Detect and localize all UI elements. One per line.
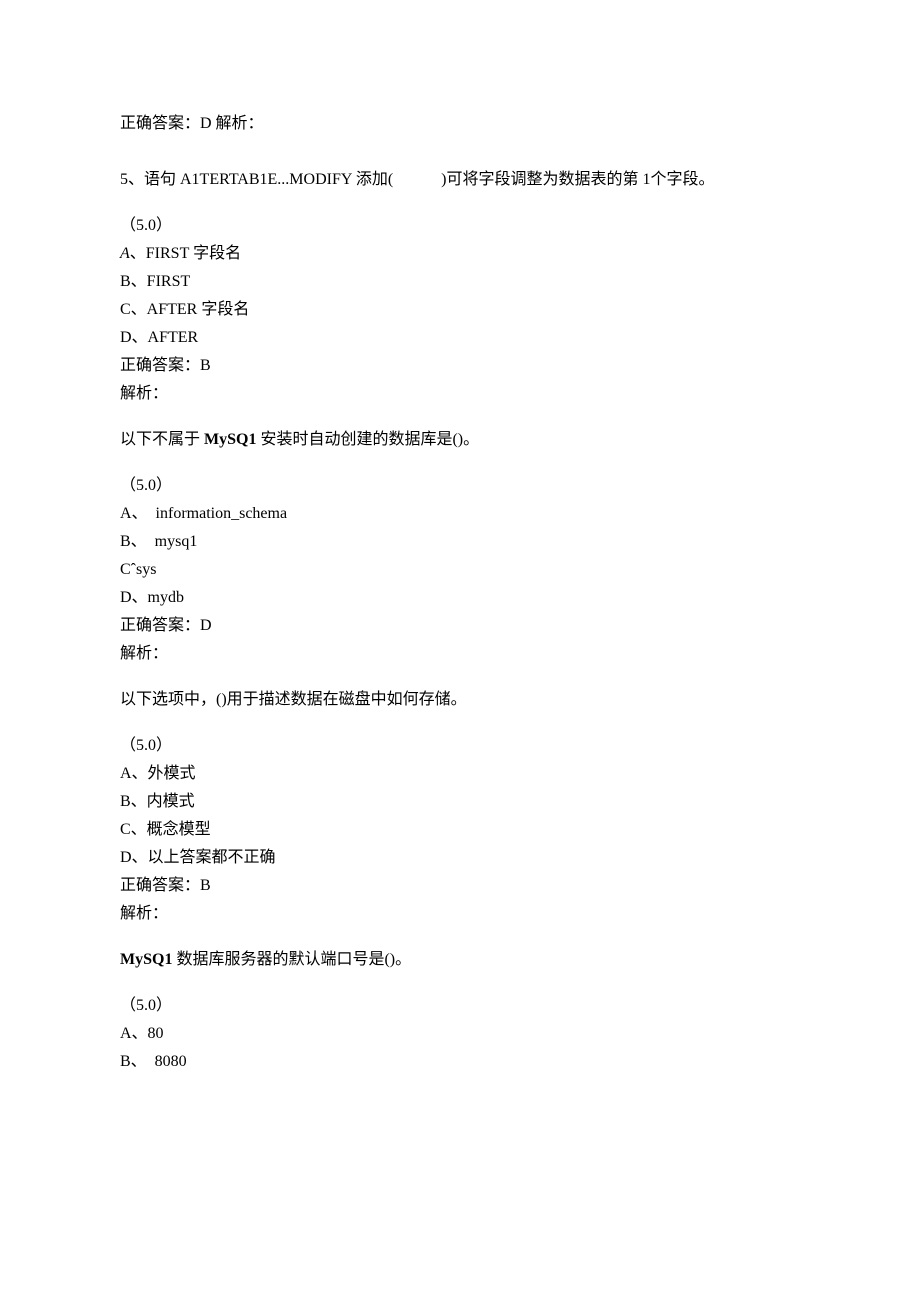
q7-analysis: 解析： — [120, 900, 800, 928]
spacer — [120, 974, 800, 992]
q8-stem-bold: MySQ1 — [120, 951, 172, 968]
q6-opt-c: Cˆsys — [120, 556, 800, 584]
q6-stem-bold: MySQ1 — [204, 431, 256, 448]
q6-stem-post: 安装时自动创建的数据库是()。 — [256, 431, 479, 448]
spacer — [120, 714, 800, 732]
q6-opt-a: A、 information_schema — [120, 500, 800, 528]
spacer — [120, 928, 800, 946]
spacer — [120, 194, 800, 212]
spacer — [120, 138, 800, 166]
q6-answer: 正确答案：D — [120, 612, 800, 640]
q5-opt-b: B、FIRST — [120, 268, 800, 296]
q5-opt-a: A、FIRST 字段名 — [120, 240, 800, 268]
q7-opt-c: C、概念模型 — [120, 816, 800, 844]
q7-stem: 以下选项中，()用于描述数据在磁盘中如何存储。 — [120, 686, 800, 714]
q6-opt-d: D、mydb — [120, 584, 800, 612]
q5-opt-d: D、AFTER — [120, 324, 800, 352]
spacer — [120, 668, 800, 686]
q5-analysis: 解析： — [120, 380, 800, 408]
q8-stem-post: 数据库服务器的默认端口号是()。 — [172, 951, 411, 968]
q7-opt-b: B、内模式 — [120, 788, 800, 816]
spacer — [120, 408, 800, 426]
q6-stem-pre: 以下不属于 — [120, 431, 204, 448]
q5-opt-c: C、AFTER 字段名 — [120, 296, 800, 324]
q6-analysis: 解析： — [120, 640, 800, 668]
q8-opt-a: A、80 — [120, 1020, 800, 1048]
q8-opt-b: B、 8080 — [120, 1048, 800, 1076]
q5-opt-a-label: A — [120, 245, 130, 262]
q5-points: （5.0） — [120, 212, 800, 240]
q5-opt-a-text: 、FIRST 字段名 — [130, 245, 241, 262]
spacer — [120, 454, 800, 472]
q7-opt-d: D、以上答案都不正确 — [120, 844, 800, 872]
q5-answer: 正确答案：B — [120, 352, 800, 380]
q6-stem: 以下不属于 MySQ1 安装时自动创建的数据库是()。 — [120, 426, 800, 454]
q5-stem: 5、语句 A1TERTAB1E...MODIFY 添加( )可将字段调整为数据表… — [120, 166, 800, 194]
q6-opt-b: B、 mysq1 — [120, 528, 800, 556]
q6-points: （5.0） — [120, 472, 800, 500]
q8-stem: MySQ1 数据库服务器的默认端口号是()。 — [120, 946, 800, 974]
q4-answer-line: 正确答案：D 解析： — [120, 110, 800, 138]
q7-points: （5.0） — [120, 732, 800, 760]
q7-opt-a: A、外模式 — [120, 760, 800, 788]
q8-points: （5.0） — [120, 992, 800, 1020]
q7-answer: 正确答案：B — [120, 872, 800, 900]
